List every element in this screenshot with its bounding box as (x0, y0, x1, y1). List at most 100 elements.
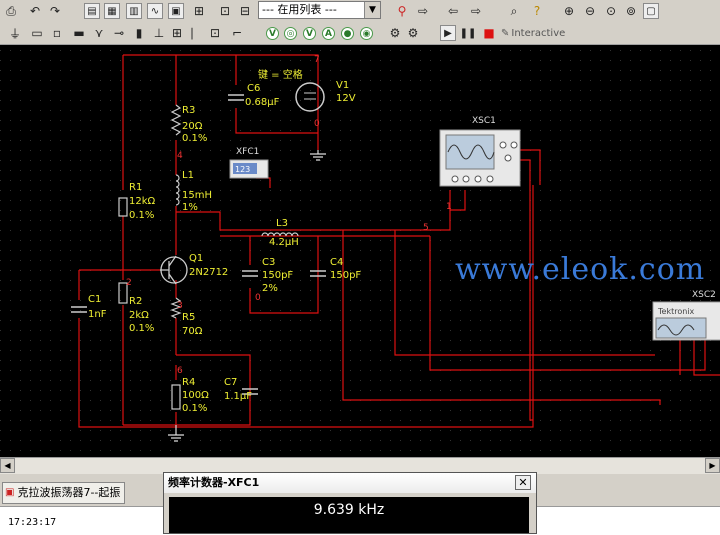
frequency-counter-titlebar[interactable]: 频率计数器-XFC1 (164, 473, 536, 493)
r1-ref: R1 (129, 182, 142, 193)
r4-value: 100Ω (182, 390, 209, 401)
scroll-right-icon[interactable]: ▶ (705, 458, 720, 473)
node-2: 2 (126, 278, 132, 288)
c6-ref: C6 (247, 83, 260, 94)
chevron-down-icon[interactable]: ▼ (364, 2, 380, 18)
zoom-out-icon[interactable]: ⊖ (581, 2, 599, 20)
component-wizard-icon[interactable]: ⊞ (190, 2, 208, 20)
c3-value: 150pF (262, 270, 293, 281)
electrical-rules-icon[interactable]: ⊡ (216, 2, 234, 20)
r4-tolerance: 0.1% (182, 403, 207, 414)
probe-settings-icon[interactable]: ⚙ (386, 24, 404, 42)
v1-value: 12V (336, 93, 356, 104)
grapher-icon[interactable]: ∿ (147, 3, 163, 19)
spreadsheet-icon[interactable]: ▦ (104, 3, 120, 19)
node-7: 7 (314, 55, 320, 65)
in-use-list-select[interactable]: --- 在用列表 --- ▼ (258, 1, 381, 19)
close-icon[interactable]: ✕ (515, 475, 531, 490)
q1-ref: Q1 (189, 253, 203, 264)
status-time: 17:23:17 (8, 517, 57, 528)
ttl-icon[interactable]: ▮ (130, 24, 148, 42)
r1-tolerance: 0.1% (129, 210, 154, 221)
probe-power-icon[interactable]: ◎ (284, 27, 297, 40)
r1-value: 12kΩ (129, 196, 156, 207)
probe-options-icon[interactable]: ⚙ (404, 24, 422, 42)
node-0-mid: 0 (255, 293, 261, 303)
v1-ref: V1 (336, 80, 349, 91)
r2-ref: R2 (129, 296, 142, 307)
analog-icon[interactable]: ⊸ (110, 24, 128, 42)
interactive-button[interactable]: ✎ Interactive (501, 24, 581, 42)
design-toolbox-icon[interactable]: ▤ (84, 3, 100, 19)
hierarchy-icon[interactable]: ⊟ (236, 2, 254, 20)
stop-button[interactable]: ■ (480, 24, 498, 42)
pause-button[interactable]: ❚❚ (459, 24, 477, 42)
main-toolbar: ⎙ ↶ ↷ ▤ ▦ ▥ ∿ ▣ ⊞ ⊡ ⊟ --- 在用列表 --- ▼ ⚲ ⇨… (0, 0, 720, 23)
source-icon[interactable]: ⏚ (6, 24, 24, 42)
zoom-fit-icon[interactable]: ⊚ (622, 2, 640, 20)
watermark-text: www.eleok.com (455, 252, 706, 287)
scope2-ref-label: XSC2 (692, 290, 716, 300)
print-icon[interactable]: ⎙ (2, 2, 20, 20)
transistor-icon[interactable]: ⋎ (90, 24, 108, 42)
zoom-area-icon[interactable]: ⊙ (602, 2, 620, 20)
undo-icon[interactable]: ↶ (26, 2, 44, 20)
r2-value: 2kΩ (129, 310, 149, 321)
probe-digital-icon[interactable]: ◉ (360, 27, 373, 40)
redo-icon[interactable]: ↷ (46, 2, 64, 20)
document-tab[interactable]: ▣ 克拉波振荡器7--起振 (2, 482, 126, 504)
cmos-icon[interactable]: ⊥ (150, 24, 168, 42)
schematic-drawing[interactable]: 123 XFC1 XSC1 Tektronix XSC2 键 = 空格 R3 L… (0, 45, 720, 457)
r5-value: 70Ω (182, 326, 203, 337)
full-screen-icon[interactable]: ▢ (643, 3, 659, 19)
grid (0, 45, 720, 457)
probe-ref-icon[interactable]: ● (341, 27, 354, 40)
l1-tolerance: 1% (182, 202, 198, 213)
counter-display-label: 123 (235, 165, 250, 174)
indicator-icon[interactable]: ∣ (183, 24, 201, 42)
c3-ref: C3 (262, 257, 275, 268)
r4-ref: R4 (182, 377, 195, 388)
counter-ref-label: XFC1 (236, 147, 259, 157)
r3-tolerance: 0.1% (182, 133, 207, 144)
basic-icon[interactable]: ▭ (28, 24, 46, 42)
c1-ref: C1 (88, 294, 101, 305)
help-icon[interactable]: ? (528, 2, 546, 20)
forward-annotate-icon[interactable]: ⇨ (467, 2, 485, 20)
find-icon[interactable]: ⌕ (505, 2, 523, 20)
frequency-reading: 9.639 kHz (169, 497, 529, 533)
l1-value: 15mH (182, 190, 212, 201)
interactive-label: Interactive (511, 27, 566, 39)
probe-i-icon[interactable]: A (322, 27, 335, 40)
zoom-in-icon[interactable]: ⊕ (560, 2, 578, 20)
run-button[interactable]: ▶ (440, 25, 456, 41)
scroll-left-icon[interactable]: ◀ (0, 458, 15, 473)
transfer-icon[interactable]: ⇨ (414, 2, 432, 20)
probe-vdiff-icon[interactable]: V (303, 27, 316, 40)
c7-value: 1.1μF (224, 391, 252, 402)
l3-value: 4.2μH (269, 237, 299, 248)
back-annotate-icon[interactable]: ⇦ (444, 2, 462, 20)
node-4: 4 (177, 151, 183, 161)
document-icon: ▣ (5, 487, 15, 498)
r5-ref: R5 (182, 312, 195, 323)
node-1: 1 (446, 202, 452, 212)
database-icon[interactable]: ▥ (126, 3, 142, 19)
rf-icon[interactable]: ⌐ (228, 24, 246, 42)
schematic-canvas[interactable]: 123 XFC1 XSC1 Tektronix XSC2 键 = 空格 R3 L… (0, 45, 720, 457)
annotate-icon[interactable]: ⚲ (393, 2, 411, 20)
misc-icon[interactable]: ▫ (48, 24, 66, 42)
c6-value: 0.68μF (245, 97, 280, 108)
node-3: 3 (177, 301, 183, 311)
key-label: 键 = 空格 (258, 68, 303, 81)
postprocessor-icon[interactable]: ▣ (168, 3, 184, 19)
frequency-counter-title: 频率计数器-XFC1 (168, 476, 260, 489)
component-toolbar: ⏚ ▭ ▫ ▬ ⋎ ⊸ ▮ ⊥ ⊞ ∣ ⊡ ⌐ V ◎ V A ● ◉ ⚙ ⚙ … (0, 22, 720, 45)
power-icon[interactable]: ⊡ (206, 24, 224, 42)
probe-v-icon[interactable]: V (266, 27, 279, 40)
diode-icon[interactable]: ▬ (70, 24, 88, 42)
c7-ref: C7 (224, 377, 237, 388)
in-use-list-value: --- 在用列表 --- (262, 3, 337, 16)
frequency-counter-window[interactable]: 频率计数器-XFC1 ✕ 9.639 kHz (163, 472, 537, 534)
c4-ref: C4 (330, 257, 343, 268)
